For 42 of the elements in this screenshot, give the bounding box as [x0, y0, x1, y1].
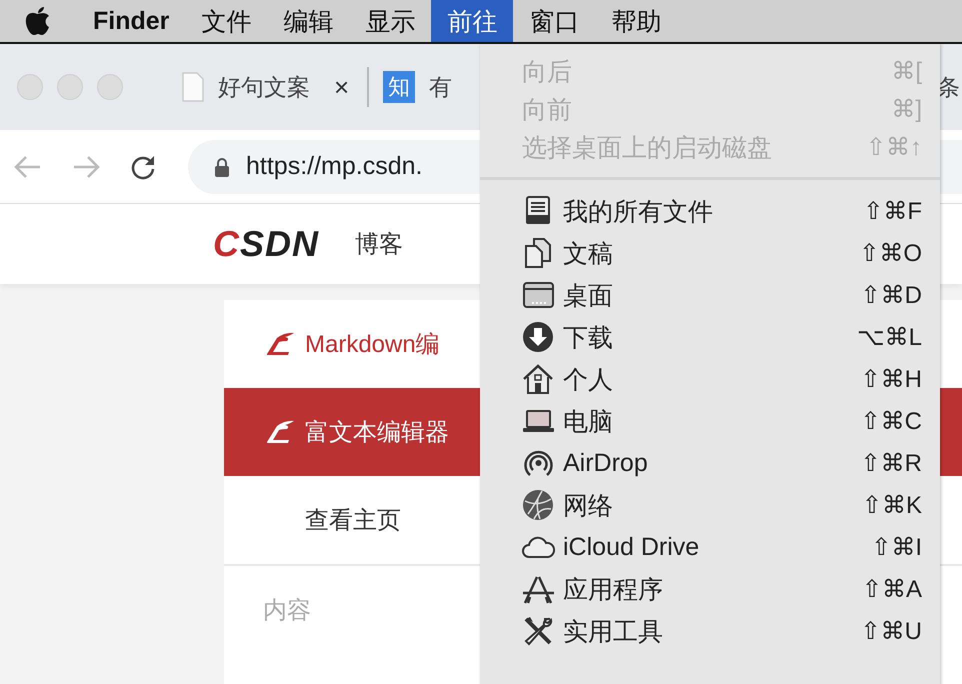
- menu-bar-item[interactable]: 窗口: [513, 0, 596, 42]
- back-icon: [14, 154, 42, 178]
- menu-bar-item[interactable]: 帮助: [595, 0, 678, 42]
- forward-icon: [72, 154, 100, 178]
- lock-icon: [214, 156, 230, 176]
- menu-item[interactable]: 桌面 ⇧⌘D: [480, 274, 940, 316]
- menu-bar-item[interactable]: Finder: [77, 0, 186, 42]
- apple-icon: [24, 6, 51, 36]
- zoom-window-button[interactable]: [97, 74, 123, 100]
- tab-title[interactable]: 条: [937, 72, 960, 102]
- tab-close-button[interactable]: ×: [334, 72, 350, 102]
- site-logo[interactable]: CSDN: [213, 223, 320, 265]
- site-favicon: 知: [383, 71, 416, 103]
- menu-item[interactable]: 我的所有文件 ⇧⌘F: [480, 190, 940, 232]
- quill-icon: [265, 332, 295, 356]
- menu-item[interactable]: 应用程序 ⇧⌘A: [480, 568, 940, 610]
- menu-item[interactable]: 文稿 ⇧⌘O: [480, 232, 940, 274]
- globe-icon: [522, 489, 555, 521]
- tab-title[interactable]: 好句文案: [218, 72, 310, 102]
- download-icon: [522, 321, 555, 353]
- desktop-icon: [522, 279, 555, 311]
- document-icon: [182, 72, 204, 102]
- tools-icon: [522, 615, 555, 647]
- menu-item[interactable]: iCloud Drive ⇧⌘I: [480, 526, 940, 568]
- menu-item[interactable]: 网络 ⇧⌘K: [480, 484, 940, 526]
- menu-bar-item[interactable]: 前往: [431, 0, 514, 42]
- reload-icon: [130, 154, 156, 180]
- tab-title[interactable]: 有: [429, 72, 452, 102]
- menu-bar-item[interactable]: 编辑: [267, 0, 350, 42]
- minimize-window-button[interactable]: [57, 74, 83, 100]
- section-heading: 内容: [263, 596, 311, 626]
- menu-item[interactable]: 实用工具 ⇧⌘U: [480, 610, 940, 652]
- menu-item[interactable]: AirDrop ⇧⌘R: [480, 442, 940, 484]
- menu-item[interactable]: 下载 ⌥⌘L: [480, 316, 940, 358]
- menu-item[interactable]: 个人 ⇧⌘H: [480, 358, 940, 400]
- menu-bar-item[interactable]: 文件: [185, 0, 268, 42]
- nav-link[interactable]: 博客: [355, 228, 404, 260]
- menu-item[interactable]: 电脑 ⇧⌘C: [480, 400, 940, 442]
- menu-bar-item[interactable]: 显示: [349, 0, 432, 42]
- quill-icon: [265, 420, 295, 444]
- close-window-button[interactable]: [17, 74, 43, 100]
- house-icon: [522, 363, 555, 395]
